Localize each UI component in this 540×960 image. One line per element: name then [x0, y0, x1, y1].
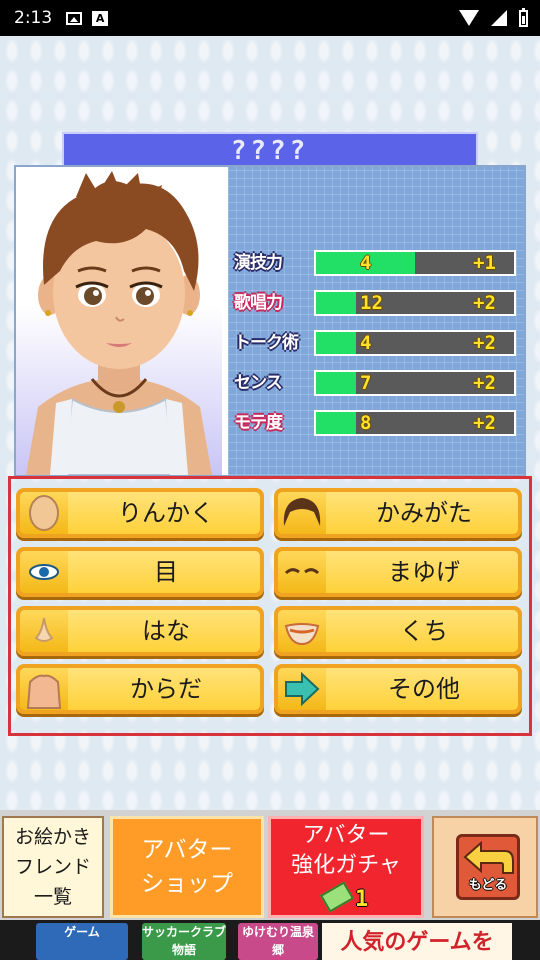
- status-bar: 2:13 A: [0, 0, 540, 36]
- part-label-other: その他: [388, 675, 460, 703]
- stat-bonus: +2: [473, 332, 496, 354]
- part-label-face-outline: りんかく: [118, 499, 214, 527]
- stat-bar: 7 +2: [314, 370, 516, 396]
- part-button-hair[interactable]: かみがた: [274, 488, 522, 538]
- nose-icon: [20, 610, 68, 652]
- stat-value: 8: [360, 412, 372, 434]
- stat-label: 歌唱力: [234, 293, 283, 313]
- part-label-nose: はな: [142, 617, 190, 645]
- avatar-portrait: [16, 167, 222, 475]
- part-label-hair: かみがた: [376, 499, 472, 527]
- stat-bar: 4 +2: [314, 330, 516, 356]
- stat-bar-fill: [316, 292, 356, 314]
- drawing-friend-list-button[interactable]: お絵かき フレンド 一覧: [2, 816, 104, 918]
- eye-icon: [20, 551, 68, 593]
- body-icon: [20, 668, 68, 710]
- part-button-face-outline[interactable]: りんかく: [16, 488, 264, 538]
- ad-tile-1[interactable]: ゲーム: [36, 923, 128, 960]
- avatar-shop-button[interactable]: アバター ショップ: [110, 816, 264, 918]
- shop-label-line2: ショップ: [141, 871, 233, 897]
- avatar-illustration: [26, 171, 212, 475]
- battery-icon: [519, 7, 528, 27]
- part-label-mouth: くち: [400, 617, 448, 645]
- status-time: 2:13: [14, 8, 53, 28]
- mouth-icon: [278, 610, 326, 652]
- back-button[interactable]: もどる: [432, 816, 538, 918]
- stat-bar-fill: [316, 332, 356, 354]
- stat-row: 演技力 4 +1: [234, 248, 516, 278]
- ticket-icon: [319, 881, 355, 913]
- avatar-gacha-button[interactable]: アバター 強化ガチャ 1: [268, 816, 424, 918]
- image-notification-icon: [66, 11, 83, 25]
- stat-value: 7: [360, 372, 372, 394]
- stat-value: 12: [360, 292, 383, 314]
- hair-icon: [278, 492, 326, 534]
- app-notification-icon: A: [92, 10, 109, 26]
- friend-label-line1: お絵かき: [14, 826, 91, 848]
- stat-label: トーク術: [234, 333, 299, 353]
- stat-value: 4: [360, 332, 372, 354]
- wifi-icon: [459, 10, 479, 26]
- ad-tile-2[interactable]: サッカークラブ物語: [142, 923, 226, 960]
- back-arrow-icon: もどる: [456, 834, 520, 900]
- stat-bar: 12 +2: [314, 290, 516, 316]
- ad-headline[interactable]: 人気のゲームを: [322, 923, 512, 960]
- signal-icon: [491, 10, 507, 26]
- part-label-eyebrows: まゆげ: [388, 558, 460, 586]
- gacha-label-line2: 強化ガチャ: [291, 853, 401, 878]
- part-button-eyes[interactable]: 目: [16, 547, 264, 597]
- part-label-body: からだ: [130, 675, 202, 703]
- stat-label: モテ度: [234, 413, 283, 433]
- part-button-eyebrows[interactable]: まゆげ: [274, 547, 522, 597]
- stat-bonus: +2: [473, 372, 496, 394]
- ad-banner[interactable]: ゲーム サッカークラブ物語 ゆけむり温泉郷 人気のゲームを: [0, 920, 540, 960]
- stat-row: センス 7 +2: [234, 368, 516, 398]
- stat-bar-fill: [316, 372, 356, 394]
- friend-label-line3: 一覧: [33, 886, 72, 908]
- gacha-label-line1: アバター: [302, 823, 390, 848]
- eyebrow-icon: [278, 551, 326, 593]
- stat-row: モテ度 8 +2: [234, 408, 516, 438]
- stat-bonus: +2: [473, 412, 496, 434]
- stat-bonus: +1: [473, 252, 496, 274]
- shop-label-line1: アバター: [141, 837, 233, 863]
- stat-bar-fill: [316, 412, 356, 434]
- stat-bonus: +2: [473, 292, 496, 314]
- stat-label: センス: [234, 373, 283, 393]
- stat-label: 演技力: [234, 253, 283, 273]
- stat-row: トーク術 4 +2: [234, 328, 516, 358]
- gacha-ticket-count: 1: [355, 887, 369, 912]
- stat-bar: 4 +1: [314, 250, 516, 276]
- stat-value: 4: [360, 252, 372, 274]
- part-label-eyes: 目: [154, 558, 178, 586]
- arrow-right-icon: [278, 668, 326, 710]
- face-outline-icon: [20, 492, 68, 534]
- part-button-mouth[interactable]: くち: [274, 606, 522, 656]
- part-button-nose[interactable]: はな: [16, 606, 264, 656]
- part-button-other[interactable]: その他: [274, 664, 522, 714]
- ad-tile-3[interactable]: ゆけむり温泉郷: [238, 923, 318, 960]
- stat-row: 歌唱力 12 +2: [234, 288, 516, 318]
- part-button-body[interactable]: からだ: [16, 664, 264, 714]
- back-label: もどる: [468, 878, 508, 893]
- stat-bar: 8 +2: [314, 410, 516, 436]
- friend-label-line2: フレンド: [14, 856, 91, 878]
